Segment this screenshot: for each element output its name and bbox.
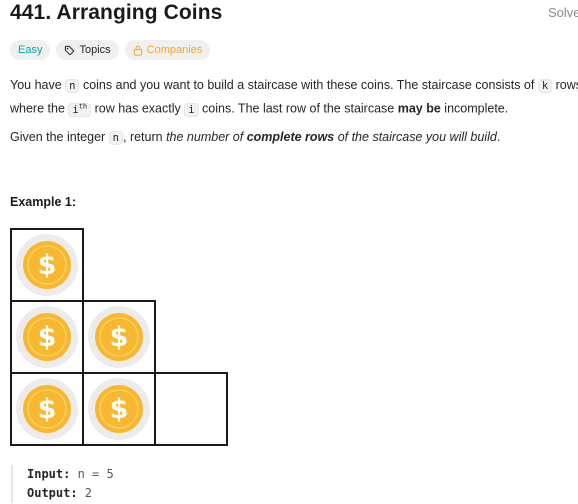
coin-symbol: $ bbox=[38, 394, 57, 425]
input-value: n = 5 bbox=[70, 467, 114, 481]
coin-icon: $ bbox=[88, 306, 150, 368]
coin-symbol: $ bbox=[110, 322, 129, 353]
coin-icon: $ bbox=[16, 306, 78, 368]
grid-cell bbox=[154, 372, 228, 446]
example-io: Input: n = 5 Output: 2 bbox=[11, 465, 114, 503]
coin-symbol: $ bbox=[38, 322, 57, 353]
coin-symbol: $ bbox=[110, 394, 129, 425]
output-value: 2 bbox=[77, 486, 93, 500]
input-label: Input: bbox=[27, 467, 71, 481]
coin-icon: $ bbox=[88, 378, 150, 440]
output-label: Output: bbox=[27, 486, 78, 500]
coin-symbol: $ bbox=[38, 250, 57, 281]
staircase-illustration: $ $ $ $ $ bbox=[10, 228, 228, 446]
coin-icon: $ bbox=[16, 378, 78, 440]
coin-icon: $ bbox=[16, 234, 78, 296]
